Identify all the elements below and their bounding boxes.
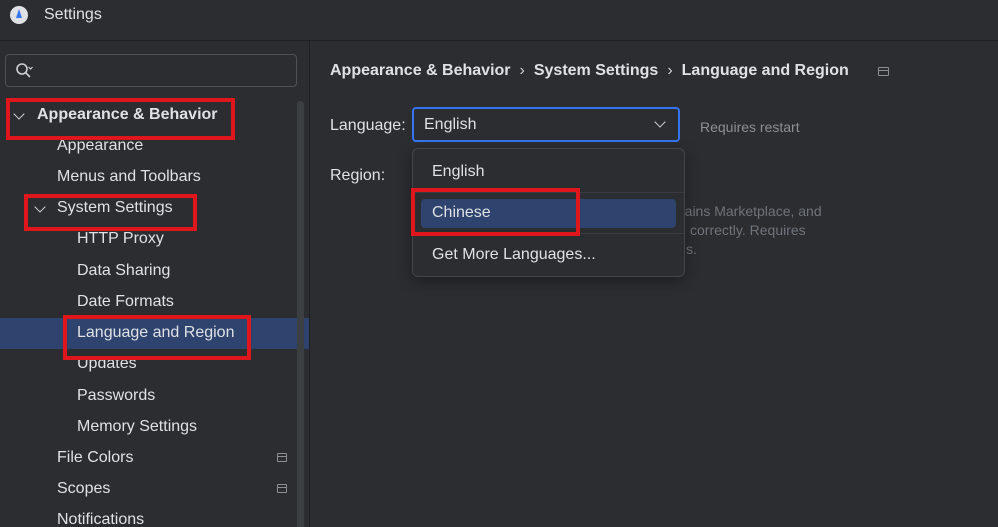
requires-restart-note: Requires restart <box>700 119 800 135</box>
breadcrumb-item[interactable]: Appearance & Behavior <box>330 62 511 79</box>
settings-content: Appearance & Behavior › System Settings › La… <box>310 41 998 527</box>
chevron-down-icon[interactable] <box>34 201 46 213</box>
window-title: Settings <box>44 6 102 23</box>
tree-item-label: Data Sharing <box>77 262 171 279</box>
tree-item-menus-toolbars[interactable]: Menus and Toolbars <box>0 162 309 193</box>
language-dropdown: English Chinese Get More Languages... <box>412 148 685 277</box>
tree-item-system-settings[interactable]: System Settings <box>0 193 309 224</box>
breadcrumb: Appearance & Behavior › System Settings › La… <box>330 62 849 80</box>
tree-item-data-sharing[interactable]: Data Sharing <box>0 256 309 287</box>
language-select-value: English <box>424 116 477 133</box>
sidebar-scrollbar[interactable] <box>297 101 304 527</box>
breadcrumb-separator: › <box>667 62 673 79</box>
breadcrumb-item: Language and Region <box>681 62 849 79</box>
breadcrumb-item[interactable]: System Settings <box>534 62 658 79</box>
chevron-down-icon[interactable] <box>654 116 666 128</box>
dropdown-option-english[interactable]: English <box>421 158 676 187</box>
tree-item-label: Notifications <box>57 511 145 527</box>
tree-item-updates[interactable]: Updates <box>0 349 309 380</box>
search-icon[interactable] <box>15 62 33 80</box>
tree-item-file-colors[interactable]: File Colors <box>0 443 309 474</box>
tree-item-appearance-behavior[interactable]: Appearance & Behavior <box>0 100 309 131</box>
project-settings-icon <box>277 453 287 462</box>
dropdown-option-more-languages[interactable]: Get More Languages... <box>421 241 676 270</box>
project-settings-icon <box>878 67 889 76</box>
region-hint-text: rains Marketplace, and <box>680 203 822 219</box>
tree-item-label: Updates <box>77 355 137 372</box>
chevron-down-icon[interactable] <box>13 108 25 120</box>
tree-item-scopes[interactable]: Scopes <box>0 474 309 505</box>
tree-item-label: Scopes <box>57 480 111 497</box>
tree-item-label: Language and Region <box>77 324 235 341</box>
title-bar: Settings <box>0 0 998 41</box>
dropdown-option-label: Get More Languages... <box>432 246 596 263</box>
settings-sidebar: Appearance & Behavior Appearance Menus a… <box>0 41 310 527</box>
tree-item-label: System Settings <box>57 199 173 216</box>
breadcrumb-separator: › <box>519 62 525 79</box>
search-box[interactable] <box>5 54 297 87</box>
tree-item-label: Memory Settings <box>77 418 198 435</box>
tree-item-label: Appearance <box>57 137 144 154</box>
region-hint-text: correctly. Requires <box>690 222 806 238</box>
tree-item-label: Date Formats <box>77 293 174 310</box>
tree-item-passwords[interactable]: Passwords <box>0 381 309 412</box>
tree-item-date-formats[interactable]: Date Formats <box>0 287 309 318</box>
dropdown-option-chinese[interactable]: Chinese <box>421 199 676 228</box>
tree-item-appearance[interactable]: Appearance <box>0 131 309 162</box>
region-hint-text: s. <box>686 241 697 257</box>
region-label: Region: <box>330 167 386 184</box>
search-input[interactable] <box>48 59 292 85</box>
tree-item-language-region[interactable]: Language and Region <box>0 318 309 349</box>
dropdown-option-label: Chinese <box>432 204 491 221</box>
project-settings-icon <box>277 484 287 493</box>
app-logo-icon <box>10 6 28 24</box>
tree-item-notifications[interactable]: Notifications <box>0 505 309 527</box>
tree-item-label: HTTP Proxy <box>77 230 164 247</box>
language-select[interactable]: English <box>412 107 680 142</box>
dropdown-option-label: English <box>432 163 485 180</box>
tree-item-label: Appearance & Behavior <box>37 106 218 123</box>
dropdown-separator <box>413 192 684 193</box>
tree-item-label: File Colors <box>57 449 134 466</box>
language-label: Language: <box>330 117 406 134</box>
tree-item-label: Menus and Toolbars <box>57 168 201 185</box>
dropdown-separator <box>413 233 684 234</box>
tree-item-memory-settings[interactable]: Memory Settings <box>0 412 309 443</box>
tree-item-label: Passwords <box>77 387 156 404</box>
tree-item-http-proxy[interactable]: HTTP Proxy <box>0 224 309 255</box>
